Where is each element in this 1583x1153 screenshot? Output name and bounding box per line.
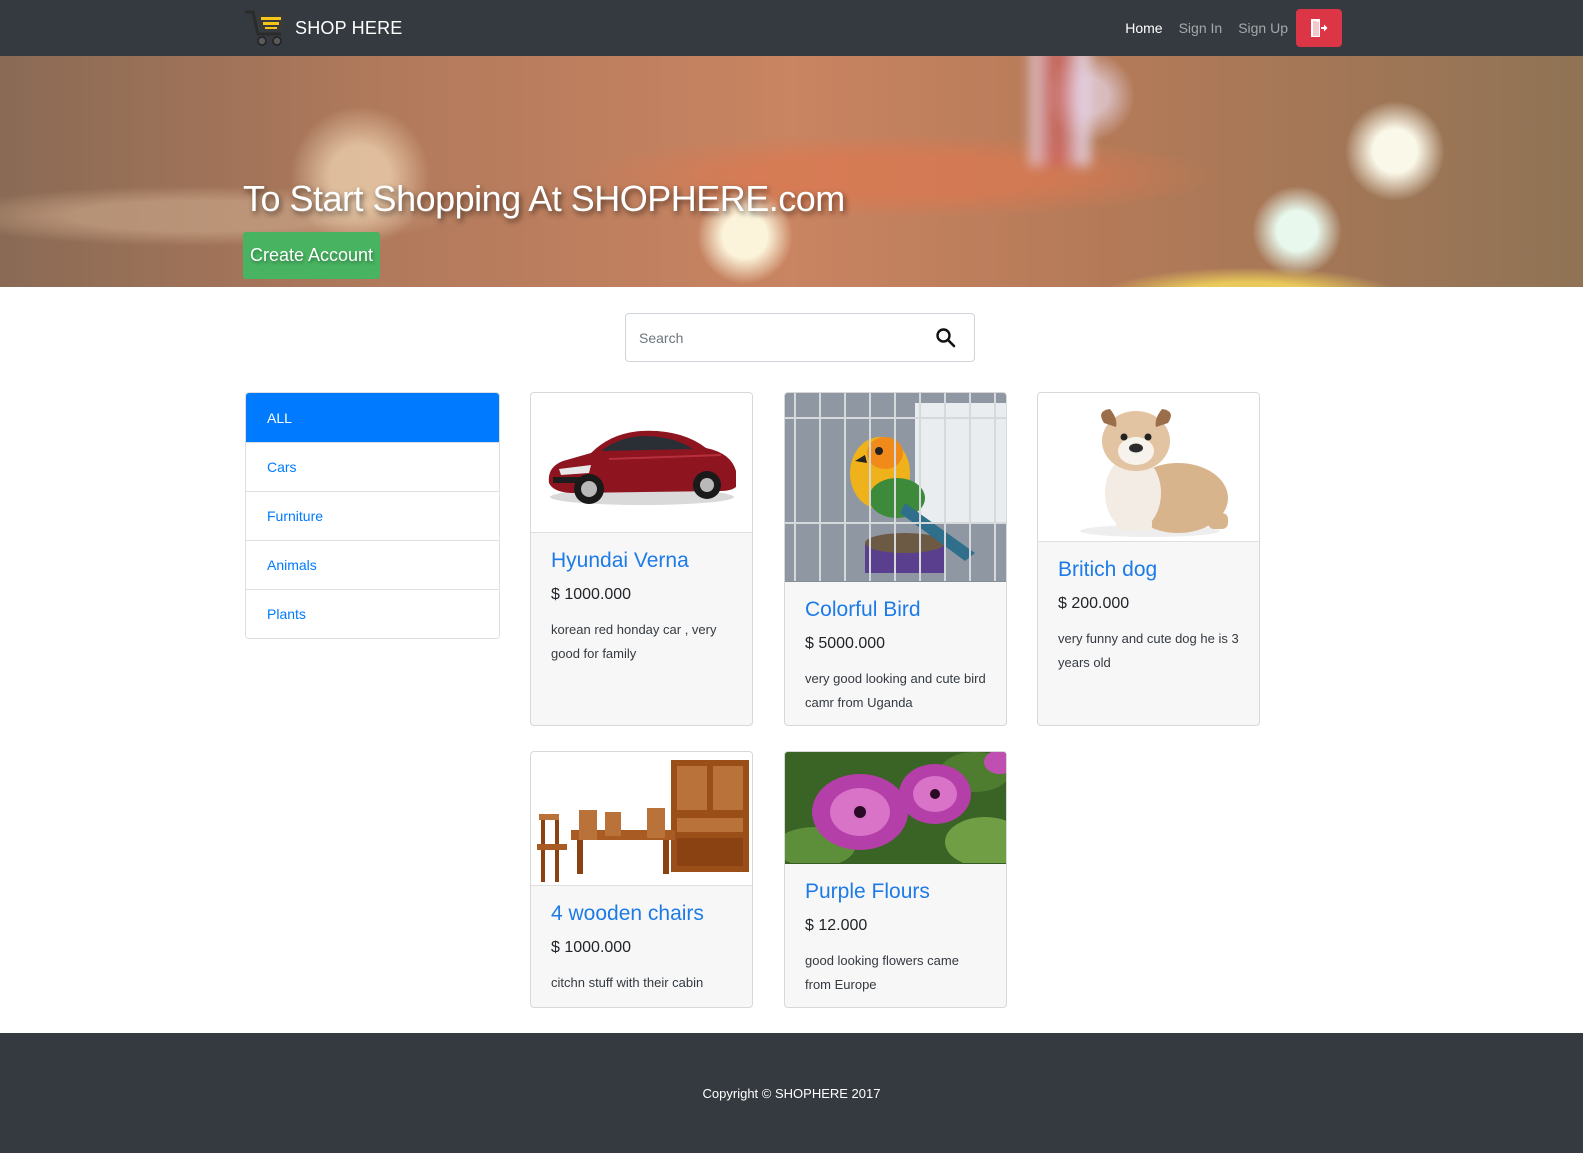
- category-list: ALL Cars Furniture Animals Plants: [245, 392, 500, 639]
- product-title[interactable]: Purple Flours: [805, 878, 986, 905]
- nav-links: Home Sign In Sign Up: [1109, 8, 1342, 48]
- product-card[interactable]: Hyundai Verna $ 1000.000 korean red hond…: [530, 392, 753, 726]
- product-title[interactable]: Britich dog: [1058, 556, 1239, 583]
- category-cars[interactable]: Cars: [246, 442, 499, 491]
- product-card[interactable]: 4 wooden chairs $ 1000.000 citchn stuff …: [530, 751, 753, 1008]
- create-account-button[interactable]: Create Account: [243, 232, 380, 279]
- card-body: Britich dog $ 200.000 very funny and cut…: [1038, 542, 1259, 691]
- product-card[interactable]: Colorful Bird $ 5000.000 very good looki…: [784, 392, 1007, 726]
- product-card[interactable]: Purple Flours $ 12.000 good looking flow…: [784, 751, 1007, 1008]
- product-card[interactable]: Britich dog $ 200.000 very funny and cut…: [1037, 392, 1260, 726]
- product-description: citchn stuff with their cabin: [551, 975, 704, 991]
- hero-title: To Start Shopping At SHOPHERE.com: [243, 178, 845, 219]
- brand-name: SHOP HERE: [295, 17, 403, 38]
- logout-button[interactable]: [1296, 9, 1342, 47]
- product-title[interactable]: Hyundai Verna: [551, 547, 732, 574]
- footer: Copyright © SHOPHERE 2017: [0, 1033, 1583, 1153]
- product-description: very funny and cute dog he is 3 years ol…: [1058, 631, 1239, 671]
- product-price: $ 5000.000: [805, 635, 886, 653]
- nav-sign-in[interactable]: Sign In: [1179, 20, 1223, 36]
- nav-home[interactable]: Home: [1125, 20, 1162, 36]
- product-price: $ 12.000: [805, 917, 868, 935]
- search-input[interactable]: [627, 315, 917, 360]
- product-title[interactable]: 4 wooden chairs: [551, 900, 732, 927]
- category-animals[interactable]: Animals: [246, 540, 499, 589]
- product-image-furniture: [531, 752, 752, 886]
- navbar: SHOP HERE Home Sign In Sign Up: [0, 0, 1583, 56]
- card-body: Hyundai Verna $ 1000.000 korean red hond…: [531, 533, 752, 682]
- product-price: $ 200.000: [1058, 595, 1130, 613]
- product-description: very good looking and cute bird camr fro…: [805, 671, 986, 711]
- search-bar: [625, 313, 975, 362]
- product-description: korean red honday car , very good for fa…: [551, 622, 717, 662]
- copyright-text: Copyright © SHOPHERE 2017: [702, 1085, 881, 1101]
- card-body: Colorful Bird $ 5000.000 very good looki…: [785, 582, 1006, 725]
- hero-background-blur: [1030, 56, 1090, 166]
- product-title[interactable]: Colorful Bird: [805, 596, 986, 623]
- card-body: Purple Flours $ 12.000 good looking flow…: [785, 864, 1006, 1007]
- shopping-cart-icon: [245, 10, 284, 46]
- search-icon[interactable]: [934, 326, 958, 350]
- category-plants[interactable]: Plants: [246, 589, 499, 638]
- hero-banner: To Start Shopping At SHOPHERE.com Create…: [0, 56, 1583, 287]
- card-body: 4 wooden chairs $ 1000.000 citchn stuff …: [531, 886, 752, 1007]
- category-furniture[interactable]: Furniture: [246, 491, 499, 540]
- brand-link[interactable]: SHOP HERE: [243, 8, 403, 48]
- nav-sign-up[interactable]: Sign Up: [1238, 20, 1288, 36]
- product-image-flowers: [785, 752, 1006, 864]
- product-image-car: [531, 393, 752, 533]
- product-price: $ 1000.000: [551, 939, 632, 957]
- product-description: good looking flowers came from Europe: [805, 953, 959, 993]
- door-exit-icon: [1311, 19, 1328, 37]
- product-price: $ 1000.000: [551, 586, 632, 604]
- product-image-dog: [1038, 393, 1259, 542]
- category-all[interactable]: ALL: [246, 393, 499, 442]
- product-image-bird: [785, 393, 1006, 582]
